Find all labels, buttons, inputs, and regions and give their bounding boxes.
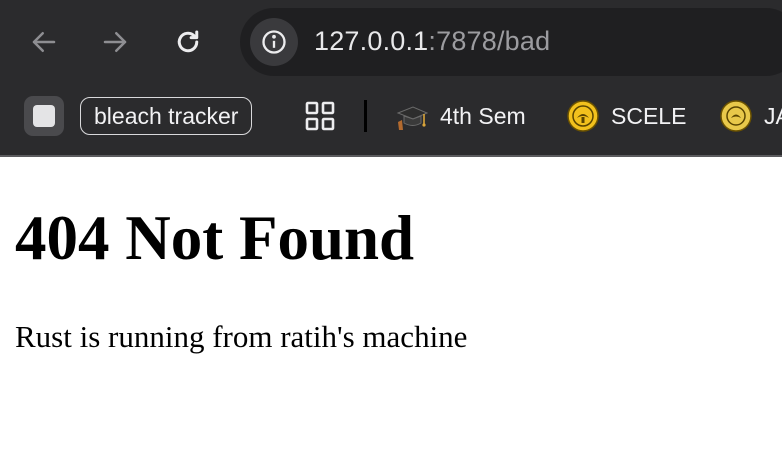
arrow-right-icon	[103, 32, 127, 52]
university-seal-icon	[567, 100, 599, 132]
apps-grid-icon[interactable]	[304, 100, 336, 132]
arrow-left-icon	[32, 32, 56, 52]
bookmarks-bar: bleach tracker 4th Sem SCELE J	[0, 88, 782, 154]
page-title: 404 Not Found	[15, 203, 415, 273]
url-text[interactable]: 127.0.0.1:7878/bad	[314, 26, 550, 57]
square-icon	[33, 105, 55, 127]
bookmark-ja[interactable]: JA	[720, 98, 782, 134]
bookmark-bleach-tracker[interactable]: bleach tracker	[80, 97, 253, 135]
page-content: 404 Not Found Rust is running from ratih…	[0, 157, 782, 462]
bookmark-scele[interactable]: SCELE	[567, 98, 686, 134]
bookmark-square[interactable]	[24, 96, 64, 136]
info-icon	[262, 30, 286, 54]
university-seal-icon	[720, 100, 752, 132]
forward-button[interactable]	[95, 22, 135, 62]
reload-button[interactable]	[168, 22, 208, 62]
address-bar[interactable]: 127.0.0.1:7878/bad	[240, 8, 782, 76]
reload-icon	[177, 30, 199, 53]
browser-toolbar: 127.0.0.1:7878/bad	[0, 0, 782, 85]
back-button[interactable]	[24, 22, 64, 62]
graduation-cap-icon	[396, 106, 428, 130]
site-info-button[interactable]	[250, 18, 298, 66]
bookmark-label: SCELE	[611, 102, 687, 129]
browser-chrome: 127.0.0.1:7878/bad bleach tracker 4th Se…	[0, 0, 782, 157]
bookmark-divider	[364, 100, 367, 132]
url-path: :7878/bad	[428, 26, 551, 56]
bookmark-4th-sem[interactable]: 4th Sem	[396, 98, 526, 134]
url-host: 127.0.0.1	[314, 26, 429, 56]
bookmark-label: JA	[764, 102, 782, 129]
page-message: Rust is running from ratih's machine	[15, 319, 468, 354]
bookmark-label: 4th Sem	[440, 102, 526, 129]
